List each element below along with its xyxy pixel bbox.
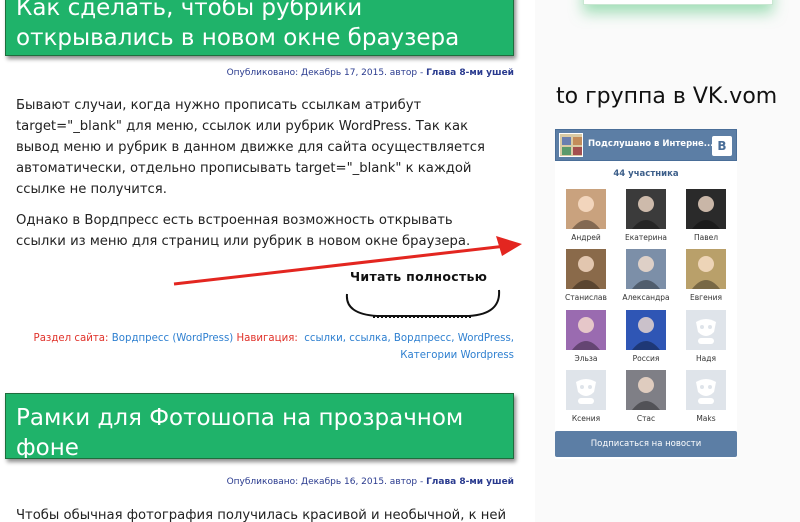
vk-member-name[interactable]: Ксения [556,414,616,423]
vk-member-name[interactable]: Александра [616,293,676,302]
read-more-button[interactable]: Читать полностью [343,266,503,326]
vk-member-name[interactable]: Станислав [556,293,616,302]
tag-link[interactable]: WordPress [458,333,511,344]
vk-member[interactable]: Станислав [561,249,611,307]
vk-member[interactable]: Ксения [561,370,611,428]
post-title-link[interactable]: Рамки для Фотошопа на прозрачном фоне [5,393,514,459]
post-footer: Раздел сайта: Вордпресс (WordPress) Нави… [33,333,514,361]
vk-member-name[interactable]: Россия [616,354,676,363]
vk-group-heading: to группа в VK.vom [556,84,778,109]
nav-label: Навигация: [236,333,298,344]
section-link[interactable]: Вордпресс (WordPress) [112,333,234,344]
post-excerpt-paragraph: Бывают случаи, когда нужно прописать ссы… [16,98,485,197]
subscribe-button[interactable]: Подписаться на новости [555,431,737,457]
vk-member-name[interactable]: Павел [676,233,736,242]
vk-member[interactable]: Эльза [561,310,611,368]
default-avatar-icon[interactable] [686,310,726,350]
vk-member[interactable]: Екатерина [621,189,671,247]
post-date: Опубликовано: Декабрь 16, 2015. автор - [226,477,427,487]
vk-member[interactable]: Андрей [561,189,611,247]
group-avatar-icon [562,137,582,155]
member-photo[interactable] [686,249,726,289]
member-photo[interactable] [566,249,606,289]
bracket-curve-icon [345,289,501,318]
vk-member-name[interactable]: Екатерина [616,233,676,242]
member-photo[interactable] [566,310,606,350]
vk-member[interactable]: Павел [681,189,731,247]
vk-member-name[interactable]: Надя [676,354,736,363]
member-photo[interactable] [626,189,666,229]
vk-member-name[interactable]: Андрей [556,233,616,242]
member-photo[interactable] [626,249,666,289]
member-photo[interactable] [566,189,606,229]
vk-member-name[interactable]: Maks [676,414,736,423]
member-photo[interactable] [626,370,666,410]
post-author-link[interactable]: Глава 8-ми ушей [426,477,514,487]
member-photo[interactable] [626,310,666,350]
default-avatar-icon[interactable] [566,370,606,410]
vk-group-name[interactable]: Подслушано в Интерне... [588,139,713,149]
sidebar-top-widget [583,0,773,5]
vk-member[interactable]: Надя [681,310,731,368]
post-date: Опубликовано: Декабрь 17, 2015. автор - [226,68,427,78]
vk-member[interactable]: Евгения [681,249,731,307]
section-label: Раздел сайта: [33,333,109,344]
default-avatar-icon[interactable] [686,370,726,410]
tag-link[interactable]: Категории Wordpress [400,350,514,361]
vk-member[interactable]: Александра [621,249,671,307]
main-content: Как сделать, чтобы рубрики открывались в… [0,0,535,522]
vk-member-name[interactable]: Эльза [556,354,616,363]
vk-member[interactable]: Стас [621,370,671,428]
tag-link[interactable]: Вордпресс [394,333,451,344]
tag-link[interactable]: ссылки [304,333,343,344]
vk-widget-header[interactable]: Подслушано в Интерне... В [555,129,737,161]
vk-member-name[interactable]: Стас [616,414,676,423]
vk-group-avatar[interactable] [559,133,583,157]
post-author-link[interactable]: Глава 8-ми ушей [426,68,514,78]
vk-member-name[interactable]: Евгения [676,293,736,302]
post-meta: Опубликовано: Декабрь 16, 2015. автор - … [227,477,514,487]
vk-group-widget: Подслушано в Интерне... В 44 участника А… [555,129,737,459]
post-meta: Опубликовано: Декабрь 17, 2015. автор - … [227,68,514,78]
vk-member[interactable]: Maks [681,370,731,428]
member-photo[interactable] [686,189,726,229]
post-title-link[interactable]: Как сделать, чтобы рубрики открывались в… [5,0,514,56]
tag-link[interactable]: ссылка [349,333,387,344]
vk-logo-icon[interactable]: В [712,136,732,156]
vk-members-count[interactable]: 44 участника [555,169,737,179]
vk-member[interactable]: Россия [621,310,671,368]
post-excerpt-paragraph: Чтобы обычная фотография получилась крас… [16,508,507,522]
